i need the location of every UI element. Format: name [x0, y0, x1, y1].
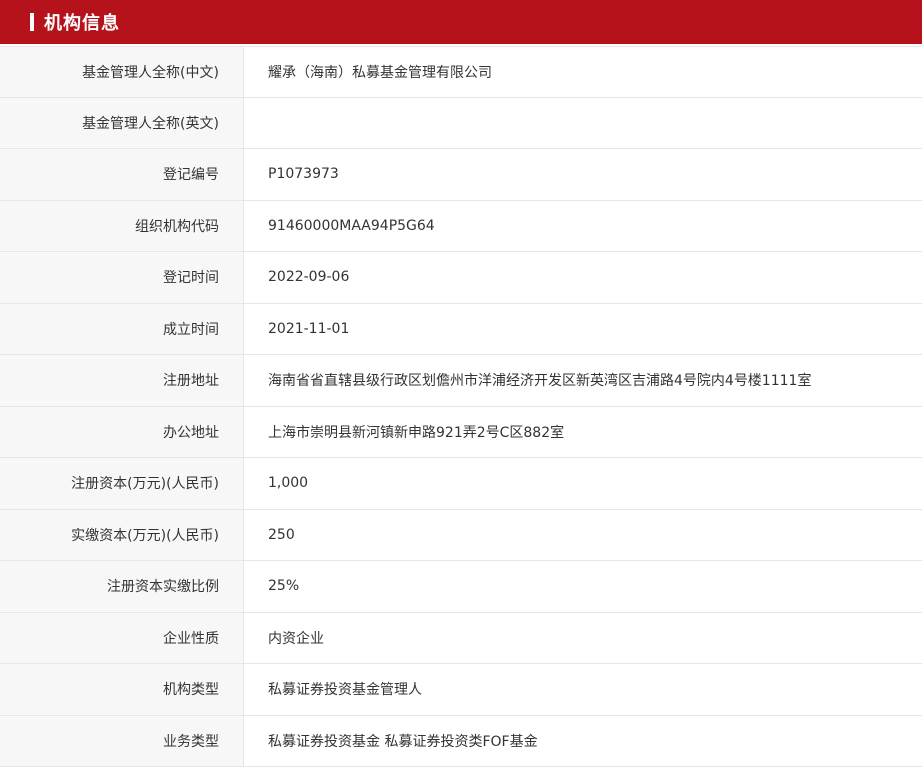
row-value: 海南省省直辖县级行政区划儋州市洋浦经济开发区新英湾区吉浦路4号院内4号楼1111… [244, 355, 922, 406]
row-value: P1073973 [244, 149, 922, 200]
header-accent-bar [30, 13, 34, 31]
row-label: 业务类型 [0, 716, 244, 767]
row-value: 私募证券投资基金 私募证券投资类FOF基金 [244, 716, 922, 767]
table-row: 企业性质 内资企业 [0, 613, 922, 665]
section-title: 机构信息 [44, 9, 120, 35]
table-row: 注册资本(万元)(人民币) 1,000 [0, 458, 922, 510]
row-label: 实缴资本(万元)(人民币) [0, 510, 244, 561]
row-value: 上海市崇明县新河镇新申路921弄2号C区882室 [244, 407, 922, 458]
table-row: 登记时间 2022-09-06 [0, 252, 922, 304]
row-label: 登记时间 [0, 252, 244, 303]
table-row: 机构类型 私募证券投资基金管理人 [0, 664, 922, 716]
section-header: 机构信息 [0, 0, 922, 44]
row-label: 基金管理人全称(中文) [0, 47, 244, 97]
row-value: 2022-09-06 [244, 252, 922, 303]
row-label: 企业性质 [0, 613, 244, 664]
row-value: 1,000 [244, 458, 922, 509]
row-value: 2021-11-01 [244, 304, 922, 355]
row-value: 耀承（海南）私募基金管理有限公司 [244, 47, 922, 97]
row-value [244, 98, 922, 149]
row-label: 注册地址 [0, 355, 244, 406]
table-row: 登记编号 P1073973 [0, 149, 922, 201]
table-row: 成立时间 2021-11-01 [0, 304, 922, 356]
row-value: 内资企业 [244, 613, 922, 664]
row-label: 注册资本实缴比例 [0, 561, 244, 612]
table-row: 实缴资本(万元)(人民币) 250 [0, 510, 922, 562]
table-row: 注册地址 海南省省直辖县级行政区划儋州市洋浦经济开发区新英湾区吉浦路4号院内4号… [0, 355, 922, 407]
row-label: 机构类型 [0, 664, 244, 715]
info-table: 基金管理人全称(中文) 耀承（海南）私募基金管理有限公司 基金管理人全称(英文)… [0, 46, 922, 767]
row-value: 25% [244, 561, 922, 612]
row-label: 办公地址 [0, 407, 244, 458]
table-row: 基金管理人全称(英文) [0, 98, 922, 150]
table-row: 基金管理人全称(中文) 耀承（海南）私募基金管理有限公司 [0, 46, 922, 98]
row-label: 注册资本(万元)(人民币) [0, 458, 244, 509]
table-row: 组织机构代码 91460000MAA94P5G64 [0, 201, 922, 253]
row-value: 250 [244, 510, 922, 561]
row-label: 登记编号 [0, 149, 244, 200]
row-value: 91460000MAA94P5G64 [244, 201, 922, 252]
row-label: 组织机构代码 [0, 201, 244, 252]
row-label: 成立时间 [0, 304, 244, 355]
row-value: 私募证券投资基金管理人 [244, 664, 922, 715]
table-row: 办公地址 上海市崇明县新河镇新申路921弄2号C区882室 [0, 407, 922, 459]
table-row: 注册资本实缴比例 25% [0, 561, 922, 613]
row-label: 基金管理人全称(英文) [0, 98, 244, 149]
table-row: 业务类型 私募证券投资基金 私募证券投资类FOF基金 [0, 716, 922, 767]
